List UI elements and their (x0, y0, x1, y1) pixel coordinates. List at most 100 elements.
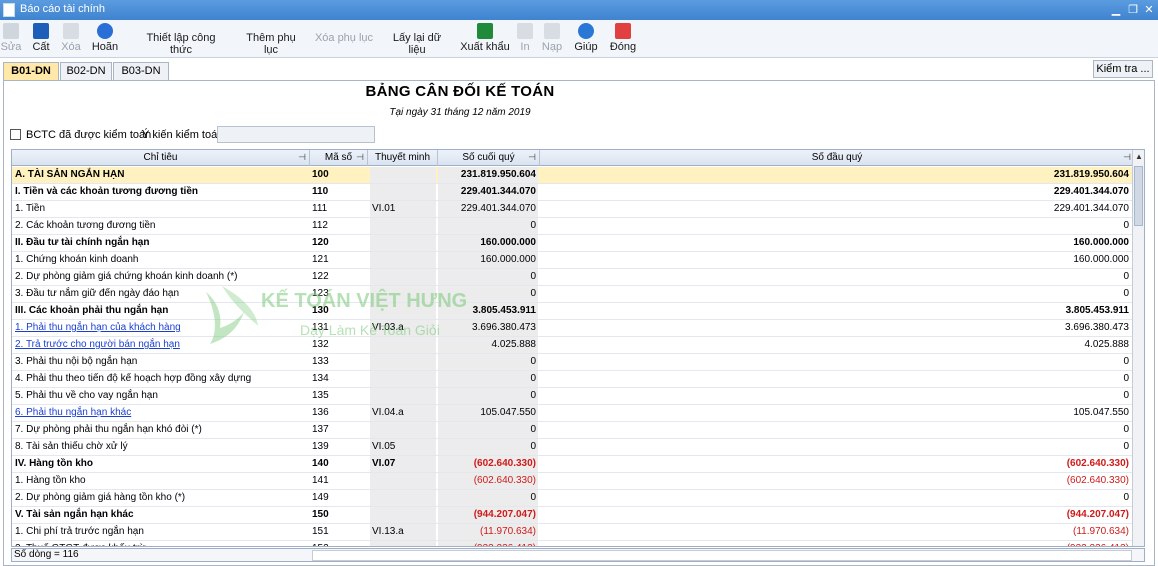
pin-icon[interactable]: ⊣ (298, 150, 306, 165)
row-note: VI.13.a (370, 524, 436, 540)
table-row[interactable]: III. Các khoản phải thu ngắn hạn 130 3.805… (12, 303, 1134, 320)
table-row[interactable]: 1. Hàng tồn kho 141 (602.640.330) (602.640.… (12, 473, 1134, 490)
row-begin-value: 0 (1123, 424, 1129, 435)
row-note: VI.05 (370, 439, 436, 455)
row-note (370, 354, 436, 370)
grid-footer: Số dòng = 116 (11, 548, 1145, 562)
add-appendix-button[interactable]: Thêm phụ lục (238, 32, 304, 66)
table-row[interactable]: 8. Tài sản thiếu chờ xử lý 139 VI.05 0 0 (12, 439, 1134, 456)
row-code: 151 (312, 526, 329, 537)
col-header-note-label: Thuyết minh (374, 152, 431, 163)
table-row[interactable]: 1. Tiền 111 VI.01 229.401.344.070 229.401.34… (12, 201, 1134, 218)
table-row[interactable]: 2. Thuế GTGT được khấu trừ 152 (932.236.41… (12, 541, 1134, 546)
row-label: 3. Phải thu nội bộ ngắn hạn (15, 356, 138, 367)
tab-b01-dn[interactable]: B01-DN (3, 62, 59, 80)
audit-opinion-label: Ý kiến kiểm toán (142, 129, 224, 141)
print-button[interactable]: In (516, 22, 534, 56)
save-button[interactable]: Cất (28, 22, 54, 56)
table-row[interactable]: V. Tài sản ngắn hạn khác 150 (944.207.047)… (12, 507, 1134, 524)
row-end-value: 231.819.950.604 (438, 167, 538, 183)
row-note (370, 371, 436, 387)
table-row[interactable]: 5. Phải thu về cho vay ngắn hạn 135 0 0 (12, 388, 1134, 405)
row-label[interactable]: 2. Trả trước cho người bán ngắn hạn (15, 337, 305, 353)
close-button[interactable]: Đóng (608, 22, 638, 56)
close-window-icon[interactable]: ✕ (1141, 2, 1157, 18)
table-row[interactable]: 1. Chi phí trả trước ngắn hạn 151 VI.13.a(… (12, 524, 1134, 541)
remove-appendix-button[interactable]: Xóa phụ lục (314, 32, 374, 66)
table-row[interactable]: 7. Dự phòng phải thu ngắn hạn khó đòi (*… (12, 422, 1134, 439)
row-begin-value: 0 (1123, 390, 1129, 401)
excel-export-icon (477, 23, 493, 39)
toolbar: Sửa Cất Xóa Hoãn Thiết lập công thức Thê… (0, 20, 1158, 58)
table-row[interactable]: 1. Chứng khoán kinh doanh 121 160.000.000 1… (12, 252, 1134, 269)
table-row[interactable]: 3. Đầu tư nắm giữ đến ngày đáo hạn 123 0 0 (12, 286, 1134, 303)
row-code: 139 (312, 441, 329, 452)
edit-button[interactable]: Sửa (0, 22, 22, 56)
tab-b02-dn[interactable]: B02-DN (60, 62, 112, 80)
delete-x-icon (63, 23, 79, 39)
scroll-up-icon[interactable]: ▲ (1135, 152, 1143, 161)
row-count: Số dòng = 116 (14, 549, 79, 560)
window-title: Báo cáo tài chính (20, 3, 106, 15)
table-row[interactable]: 4. Phải thu theo tiến độ kế hoạch hợp đồ… (12, 371, 1134, 388)
row-code: 121 (312, 254, 329, 265)
tab-b03-dn[interactable]: B03-DN (113, 62, 169, 80)
table-row[interactable]: I. Tiền và các khoản tương đương tiền 110… (12, 184, 1134, 201)
row-begin-value: 0 (1123, 288, 1129, 299)
grid-header: Chỉ tiêu ⊣ Mã số ⊣ Thuyết minh Số cuối quý… (12, 150, 1134, 166)
undo-arrow-icon (97, 23, 113, 39)
report-date: Tại ngày 31 tháng 12 năm 2019 (389, 107, 531, 118)
audited-checkbox[interactable] (10, 129, 21, 140)
minimize-icon[interactable]: ▁ (1108, 2, 1124, 18)
load-button[interactable]: Nạp (540, 22, 564, 56)
export-button[interactable]: Xuất khẩu (460, 22, 510, 56)
row-end-value: 3.805.453.911 (438, 303, 538, 319)
table-row[interactable]: IV. Hàng tồn kho 140 VI.07 (602.640.330) (60… (12, 456, 1134, 473)
row-note (370, 473, 436, 489)
undo-button[interactable]: Hoãn (90, 22, 120, 56)
row-end-value: 105.047.550 (438, 405, 538, 421)
row-end-value: 160.000.000 (438, 252, 538, 268)
col-header-end[interactable]: Số cuối quý ⊣ (438, 150, 540, 166)
col-header-code[interactable]: Mã số ⊣ (310, 150, 368, 166)
row-label: II. Đầu tư tài chính ngắn hạn (15, 237, 150, 248)
delete-button[interactable]: Xóa (58, 22, 84, 56)
refresh-data-button[interactable]: Lấy lại dữ liệu (384, 32, 450, 66)
row-note (370, 388, 436, 404)
check-button[interactable]: Kiểm tra ... (1093, 60, 1153, 78)
horizontal-scrollbar[interactable] (312, 550, 1132, 561)
table-row[interactable]: 2. Các khoản tương đương tiền 112 0 0 (12, 218, 1134, 235)
row-code: 135 (312, 390, 329, 401)
row-label: 4. Phải thu theo tiến độ kế hoạch hợp đồ… (15, 373, 252, 384)
vertical-scrollbar[interactable]: ▲ (1132, 150, 1144, 546)
audit-opinion-input[interactable] (217, 126, 375, 143)
table-row[interactable]: II. Đầu tư tài chính ngắn hạn 120 160.000.… (12, 235, 1134, 252)
setup-formula-button[interactable]: Thiết lập công thức (136, 32, 226, 66)
help-button[interactable]: Giúp (572, 22, 600, 56)
row-label[interactable]: 1. Phải thu ngắn hạn của khách hàng (15, 320, 305, 336)
col-header-begin[interactable]: Số đầu quý ⊣ (540, 150, 1134, 166)
col-header-end-label: Số cuối quý (462, 152, 515, 163)
row-label[interactable]: 6. Phải thu ngắn hạn khác (15, 405, 305, 421)
row-begin-value: 105.047.550 (1073, 407, 1129, 418)
table-row[interactable]: A. TÀI SẢN NGẮN HẠN 100 231.819.950.604 231… (12, 167, 1134, 184)
table-row[interactable]: 1. Phải thu ngắn hạn của khách hàng 131 VI… (12, 320, 1134, 337)
row-label: V. Tài sản ngắn hạn khác (15, 509, 134, 520)
pin-icon[interactable]: ⊣ (356, 150, 364, 165)
table-row[interactable]: 6. Phải thu ngắn hạn khác 136 VI.04.a 105.0… (12, 405, 1134, 422)
row-code: 120 (312, 237, 329, 248)
scroll-thumb[interactable] (1134, 166, 1143, 226)
table-row[interactable]: 2. Trả trước cho người bán ngắn hạn 132 4.… (12, 337, 1134, 354)
col-header-item[interactable]: Chỉ tiêu ⊣ (12, 150, 310, 166)
row-code: 132 (312, 339, 329, 350)
table-row[interactable]: 3. Phải thu nội bộ ngắn hạn 133 0 0 (12, 354, 1134, 371)
pin-icon[interactable]: ⊣ (528, 150, 536, 165)
table-row[interactable]: 2. Dự phòng giảm giá chứng khoán kinh do… (12, 269, 1134, 286)
restore-icon[interactable]: ❐ (1125, 2, 1141, 18)
table-row[interactable]: 2. Dự phòng giảm giá hàng tồn kho (*) 149… (12, 490, 1134, 507)
row-begin-value: 160.000.000 (1073, 237, 1129, 248)
row-end-value: 229.401.344.070 (438, 201, 538, 217)
col-header-note[interactable]: Thuyết minh (368, 150, 438, 166)
pin-icon[interactable]: ⊣ (1123, 150, 1131, 165)
row-begin-value: (602.640.330) (1066, 458, 1129, 469)
